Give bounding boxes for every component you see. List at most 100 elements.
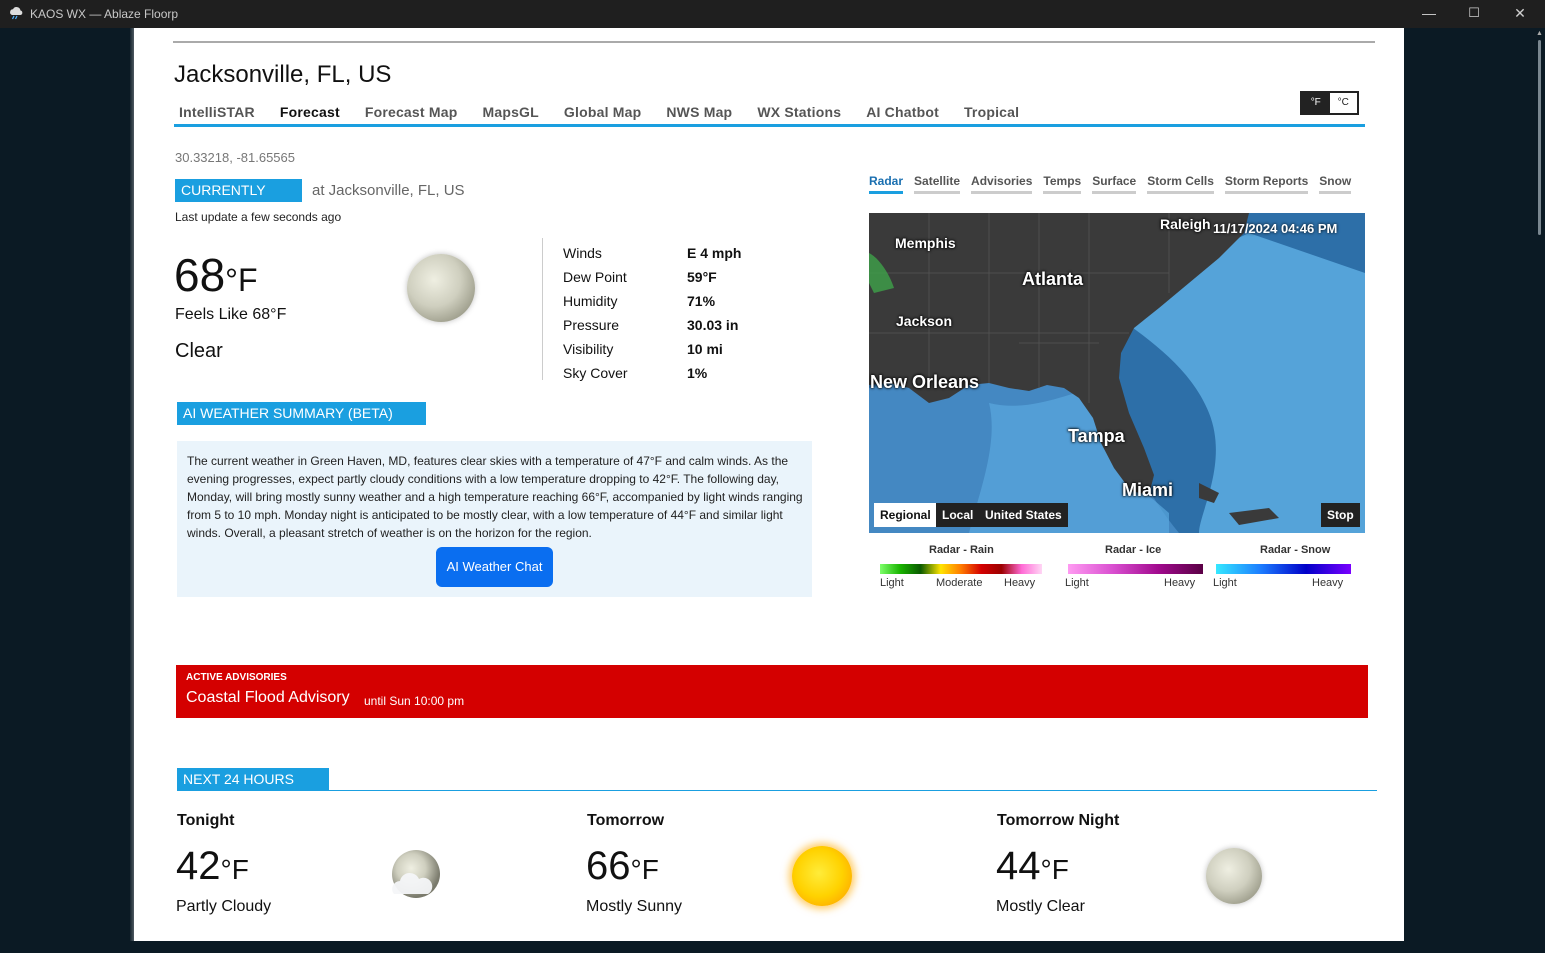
detail-label: Dew Point xyxy=(563,269,627,285)
map-tab-surface[interactable]: Surface xyxy=(1092,174,1137,194)
period-temp-unit: °F xyxy=(220,854,249,885)
period-condition: Mostly Sunny xyxy=(586,898,683,915)
map-city-memphis: Memphis xyxy=(895,235,956,251)
period-tonight: Tonight 42°F Partly Cloudy xyxy=(176,810,556,940)
detail-label: Pressure xyxy=(563,317,620,333)
period-temp: 42°F xyxy=(176,844,249,889)
ai-weather-chat-button[interactable]: AI Weather Chat xyxy=(436,547,553,587)
map-city-jackson: Jackson xyxy=(896,313,953,329)
tab-nws-map[interactable]: NWS Map xyxy=(661,104,732,124)
period-tomorrow-night: Tomorrow Night 44°F Mostly Clear xyxy=(996,810,1376,940)
celsius-button[interactable]: °C xyxy=(1329,93,1357,113)
map-tab-temps[interactable]: Temps xyxy=(1043,174,1082,194)
current-details: Winds E 4 mph Dew Point 59°F Humidity 71% P… xyxy=(563,241,803,385)
map-united-states-button[interactable]: United States xyxy=(979,503,1068,527)
tab-forecast-map[interactable]: Forecast Map xyxy=(360,104,458,124)
map-tab-storm-reports[interactable]: Storm Reports xyxy=(1224,174,1309,194)
detail-value: 30.03 in xyxy=(687,317,739,333)
detail-row-winds: Winds E 4 mph xyxy=(563,241,803,265)
ai-summary-box: The current weather in Green Haven, MD, … xyxy=(177,441,812,597)
detail-row-pressure: Pressure 30.03 in xyxy=(563,313,803,337)
scroll-up-icon[interactable]: ▲ xyxy=(1536,30,1543,37)
period-temp-value: 66 xyxy=(586,844,631,888)
map-tab-satellite[interactable]: Satellite xyxy=(914,174,961,194)
map-city-raleigh: Raleigh xyxy=(1160,216,1211,232)
map-tab-radar[interactable]: Radar xyxy=(869,174,904,194)
detail-value: 71% xyxy=(687,293,716,309)
page: Jacksonville, FL, US IntelliSTAR Forecas… xyxy=(134,28,1404,941)
map-tabs: Radar Satellite Advisories Temps Surface… xyxy=(869,174,1362,194)
legend-heavy: Heavy xyxy=(1164,577,1196,589)
last-update: Last update a few seconds ago xyxy=(175,210,342,224)
period-temp: 66°F xyxy=(586,844,659,889)
current-temp: 68°F xyxy=(174,248,258,302)
legend-bar xyxy=(1216,564,1351,574)
map-stop-button[interactable]: Stop xyxy=(1321,503,1360,527)
scrollbar[interactable]: ▲ xyxy=(1535,28,1545,953)
scrollbar-thumb[interactable] xyxy=(1538,40,1541,235)
period-condition: Mostly Clear xyxy=(996,898,1085,915)
tab-ai-chatbot[interactable]: AI Chatbot xyxy=(861,104,939,124)
details-divider xyxy=(542,238,543,380)
maximize-button[interactable]: ☐ xyxy=(1451,0,1497,28)
active-advisories-banner[interactable]: ACTIVE ADVISORIES Coastal Flood Advisory… xyxy=(176,665,1368,718)
current-temp-unit: °F xyxy=(225,262,258,298)
map-city-miami: Miami xyxy=(1122,480,1174,500)
period-temp-unit: °F xyxy=(1040,854,1069,885)
minimize-button[interactable]: — xyxy=(1406,0,1452,28)
period-name: Tonight xyxy=(177,812,235,829)
radar-map[interactable]: Memphis Raleigh Atlanta Jackson New Orle… xyxy=(869,213,1365,533)
detail-row-humidity: Humidity 71% xyxy=(563,289,803,313)
main-nav: IntelliSTAR Forecast Forecast Map MapsGL… xyxy=(174,104,1039,124)
legend-title: Radar - Rain xyxy=(929,544,994,556)
map-city-atlanta: Atlanta xyxy=(1022,269,1084,289)
detail-value: 1% xyxy=(687,365,708,381)
fahrenheit-button[interactable]: °F xyxy=(1302,93,1330,113)
legend-heavy: Heavy xyxy=(1004,577,1036,589)
tab-forecast[interactable]: Forecast xyxy=(275,104,340,124)
period-name: Tomorrow Night xyxy=(997,812,1120,829)
map-city-tampa: Tampa xyxy=(1068,426,1125,446)
tab-mapsgl[interactable]: MapsGL xyxy=(477,104,538,124)
period-tomorrow: Tomorrow 66°F Mostly Sunny xyxy=(586,810,966,940)
detail-label: Humidity xyxy=(563,293,618,309)
tab-tropical[interactable]: Tropical xyxy=(959,104,1019,124)
detail-value: 10 mi xyxy=(687,341,723,357)
current-temp-value: 68 xyxy=(174,249,226,301)
detail-label: Winds xyxy=(563,245,602,261)
legend-title: Radar - Snow xyxy=(1260,544,1331,556)
unit-toggle: °F °C xyxy=(1300,91,1359,115)
map-tab-storm-cells[interactable]: Storm Cells xyxy=(1147,174,1214,194)
location-title: Jacksonville, FL, US xyxy=(174,61,392,88)
detail-value: 59°F xyxy=(687,269,717,285)
period-temp: 44°F xyxy=(996,844,1069,889)
legend-bar xyxy=(880,564,1042,574)
moon-clear-icon xyxy=(407,254,475,322)
currently-label: CURRENTLY xyxy=(175,179,302,202)
legend-title: Radar - Ice xyxy=(1105,544,1162,556)
legend-bar xyxy=(1068,564,1203,574)
ai-summary-label: AI WEATHER SUMMARY (BETA) xyxy=(177,402,426,425)
tab-global-map[interactable]: Global Map xyxy=(559,104,641,124)
detail-row-dew-point: Dew Point 59°F xyxy=(563,265,803,289)
coordinates: 30.33218, -81.65565 xyxy=(175,150,295,165)
period-name: Tomorrow xyxy=(587,812,665,829)
legend-light: Light xyxy=(1065,577,1089,589)
app-cloud-icon xyxy=(10,7,23,20)
ai-summary-text: The current weather in Green Haven, MD, … xyxy=(187,454,803,540)
window-title: KAOS WX — Ablaze Floorp xyxy=(30,7,179,21)
map-regional-button[interactable]: Regional xyxy=(874,503,937,527)
next-24-divider xyxy=(177,790,1377,791)
legend-heavy: Heavy xyxy=(1312,577,1344,589)
map-tab-advisories[interactable]: Advisories xyxy=(971,174,1033,194)
close-button[interactable]: ✕ xyxy=(1497,0,1543,28)
map-tab-snow[interactable]: Snow xyxy=(1319,174,1352,194)
tab-intellistar[interactable]: IntelliSTAR xyxy=(174,104,255,124)
advisory-until: until Sun 10:00 pm xyxy=(364,694,465,708)
map-city-new-orleans: New Orleans xyxy=(870,372,980,392)
map-local-button[interactable]: Local xyxy=(936,503,980,527)
current-location: at Jacksonville, FL, US xyxy=(312,182,465,199)
advisory-name[interactable]: Coastal Flood Advisory xyxy=(186,689,350,707)
tab-wx-stations[interactable]: WX Stations xyxy=(752,104,841,124)
moon-clear-icon xyxy=(1206,848,1262,904)
